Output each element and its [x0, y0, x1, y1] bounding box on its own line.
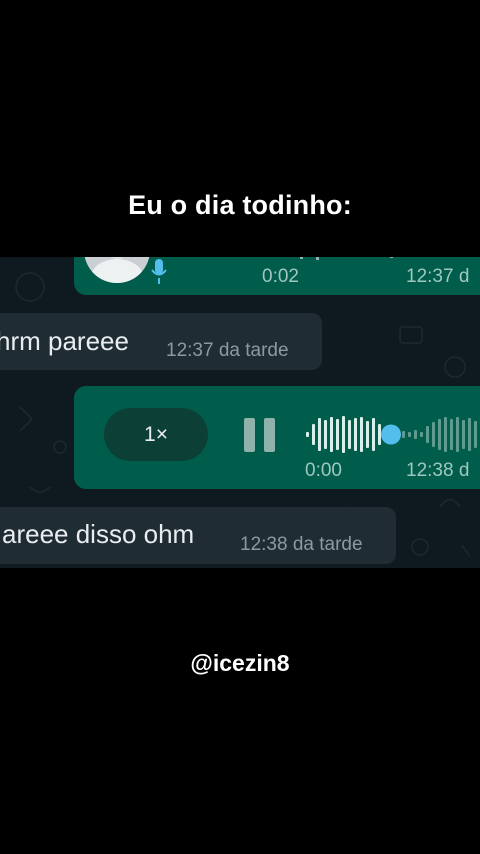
incoming-message-text: hrm pareee [0, 326, 129, 356]
video-frame: Eu o dia todinho: 0:02 12:37 d hrm paree… [0, 0, 480, 854]
incoming-message-time: 12:38 da tarde [240, 534, 363, 555]
voice-duration: 0:00 [305, 460, 342, 481]
incoming-message-time: 12:37 da tarde [166, 340, 289, 361]
meme-caption-top: Eu o dia todinho: [128, 190, 352, 220]
playback-progress-dot [381, 424, 401, 445]
incoming-message-text: areee disso ohm [2, 519, 195, 549]
mic-icon [151, 259, 167, 284]
voice-time-top: 12:37 d [406, 266, 470, 287]
chat-screenshot: 0:02 12:37 d hrm pareee 12:37 da tarde 1… [0, 257, 480, 568]
voice-waveform[interactable] [300, 412, 480, 457]
pause-icon[interactable] [244, 418, 276, 452]
voice-waveform-top [300, 257, 393, 260]
voice-time: 12:38 d [406, 460, 470, 481]
voice-duration-top: 0:02 [262, 266, 299, 287]
creator-handle: @icezin8 [190, 650, 290, 676]
playback-speed-button[interactable]: 1× [104, 408, 208, 461]
